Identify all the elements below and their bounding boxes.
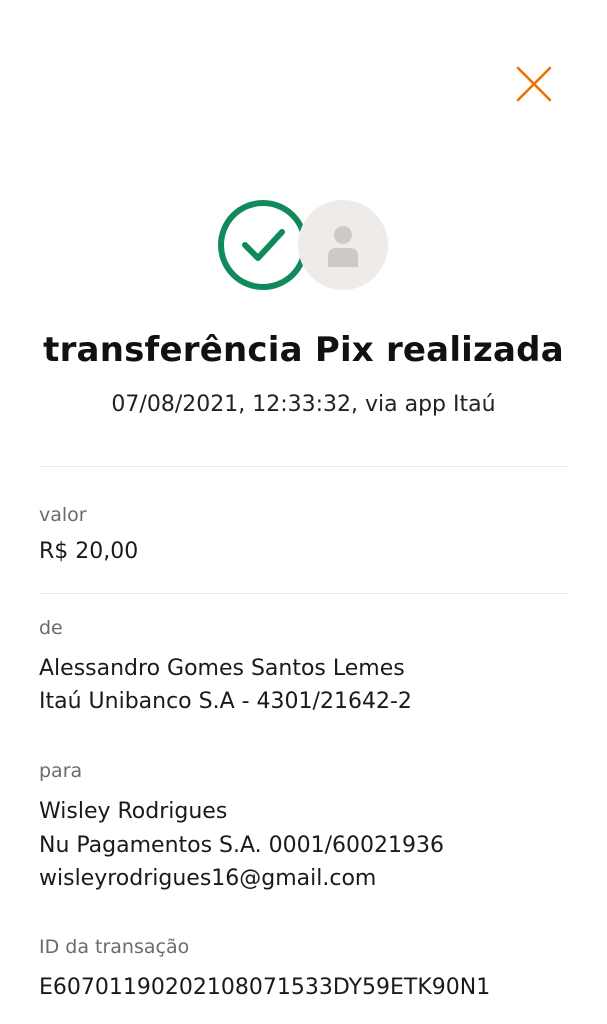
- to-name: Wisley Rodrigues: [39, 799, 228, 824]
- amount-value: R$ 20,00: [39, 539, 139, 564]
- from-label: de: [39, 617, 63, 639]
- transaction-datetime: 07/08/2021, 12:33:32, via app Itaú: [111, 392, 496, 417]
- transaction-id-value: E60701190202108071533DY59ETK90N1: [39, 975, 491, 1000]
- person-placeholder-icon: [328, 226, 358, 267]
- divider: [39, 593, 568, 594]
- check-circle-icon: [218, 200, 308, 290]
- avatar: [298, 200, 388, 290]
- from-name: Alessandro Gomes Santos Lemes: [39, 656, 405, 681]
- close-button[interactable]: [514, 64, 554, 104]
- page-title: transferência Pix realizada: [43, 330, 564, 370]
- to-bank: Nu Pagamentos S.A. 0001/60021936: [39, 833, 445, 858]
- transaction-id-label: ID da transação: [39, 936, 190, 958]
- to-label: para: [39, 760, 83, 782]
- to-pix-key: wisleyrodrigues16@gmail.com: [39, 866, 377, 891]
- from-bank: Itaú Unibanco S.A - 4301/21642-2: [39, 689, 412, 714]
- divider: [39, 466, 568, 467]
- status-icons: [216, 198, 392, 292]
- amount-label: valor: [39, 504, 87, 526]
- close-icon: [516, 66, 552, 102]
